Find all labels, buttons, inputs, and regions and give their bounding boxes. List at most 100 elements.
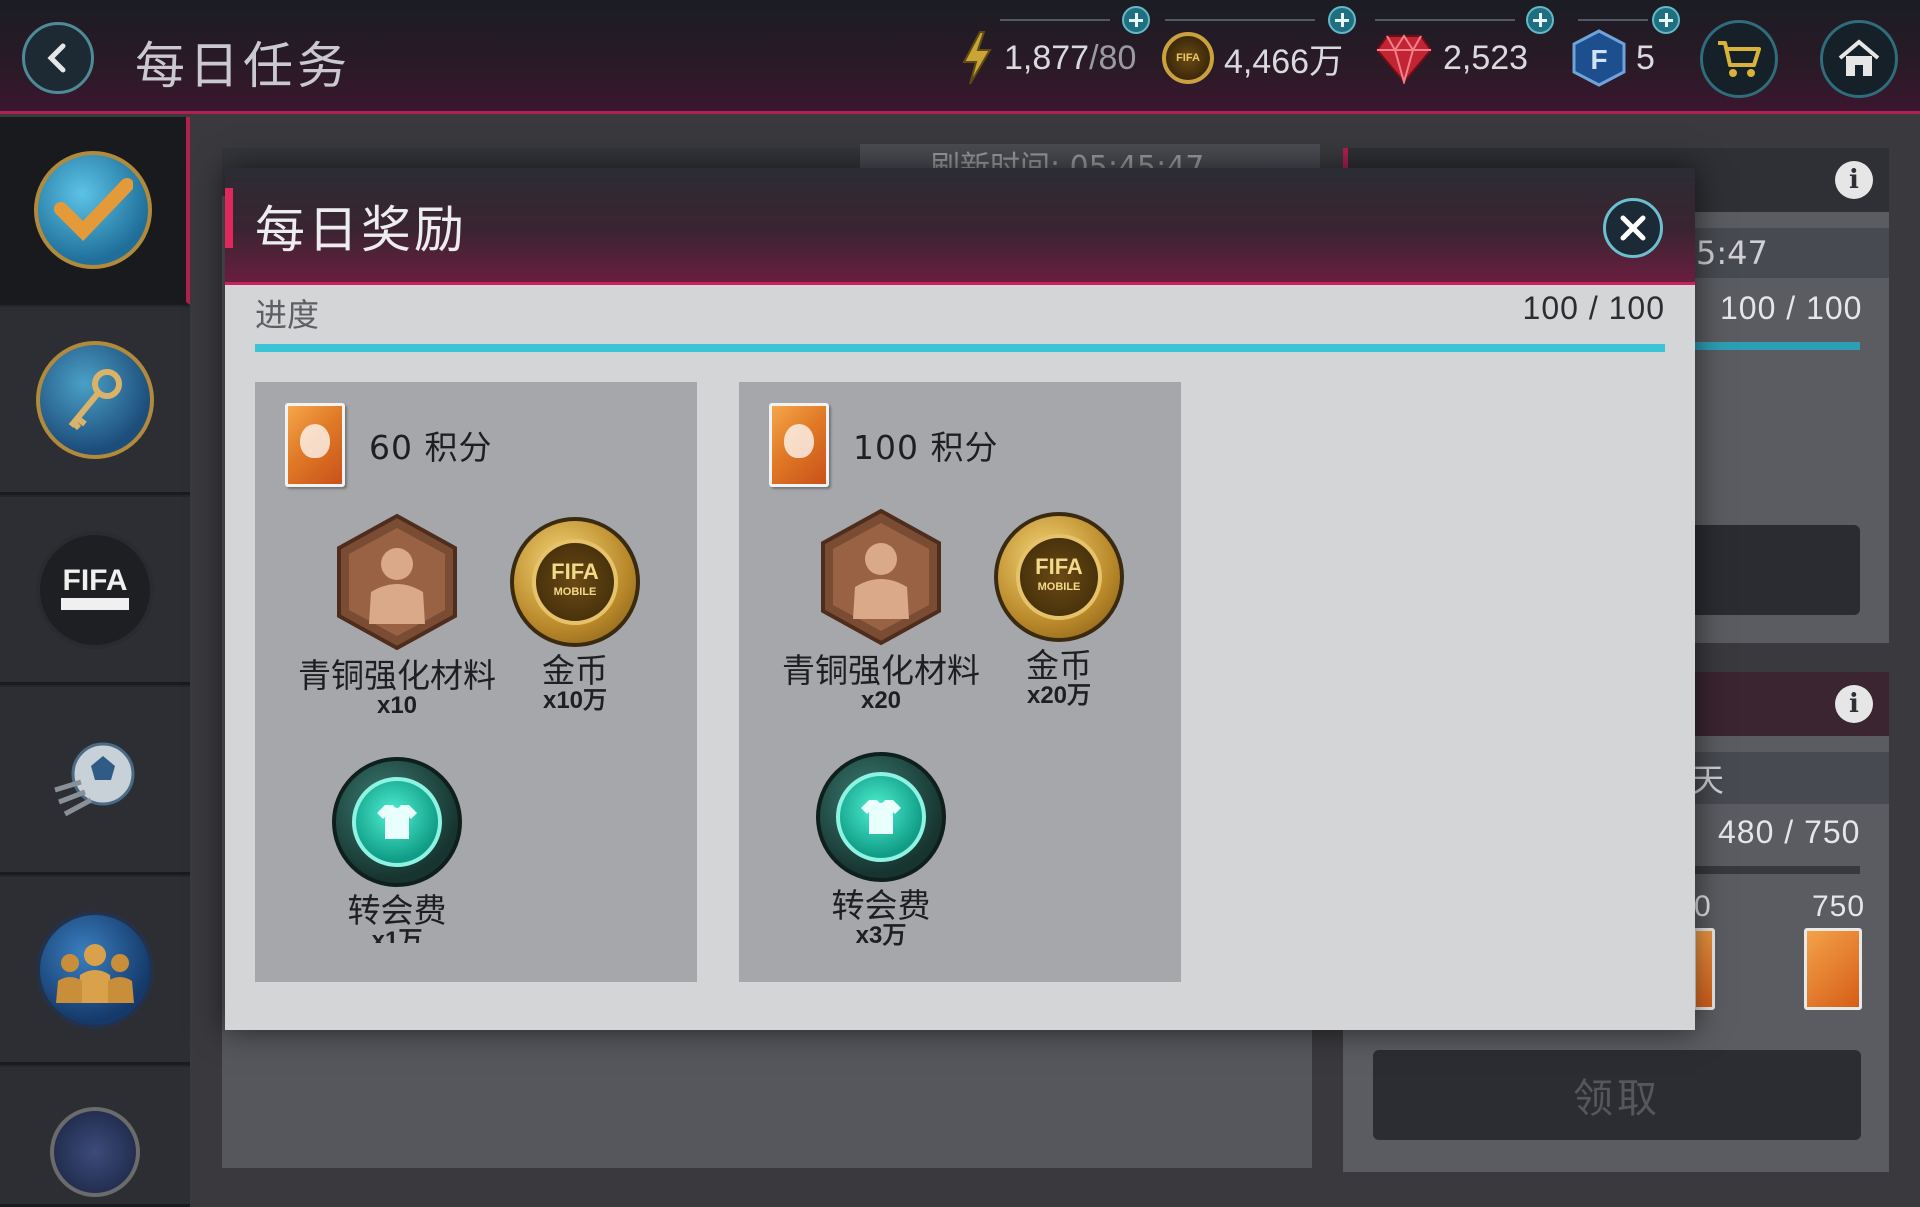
progress-label: 进度 (255, 296, 320, 334)
key-icon (36, 340, 154, 459)
divider (1578, 19, 1648, 21)
daily-progress-text: 100 / 100 (1720, 290, 1863, 326)
rank-badge-icon (50, 1107, 140, 1197)
close-button[interactable] (1603, 198, 1663, 258)
sidebar-item-events[interactable] (0, 687, 190, 875)
divider (1000, 19, 1110, 21)
gem-value: 2,523 (1443, 38, 1529, 77)
add-gems-button[interactable] (1526, 6, 1554, 34)
back-arrow-icon (47, 43, 66, 73)
day-strip: 天 (1680, 752, 1889, 804)
weekly-progress-bar (1690, 866, 1860, 874)
coin-icon: FIFA (1162, 32, 1214, 84)
coin-icon: FIFA MOBILE (994, 512, 1124, 642)
modal-title: 每日奖励 (255, 201, 467, 259)
coin-icon: FIFA MOBILE (510, 517, 640, 647)
home-icon (1838, 39, 1880, 76)
tier-header: 60 积分 (285, 400, 492, 490)
claim-button[interactable]: 领取 (1373, 1050, 1861, 1140)
sidebar-item-daily-tasks[interactable] (0, 117, 190, 305)
reward-tier-card: 100 积分 青铜强化材料 x20 FIFA MOBILE 金币 x20万 转会费… (739, 382, 1181, 982)
item-quantity: x20万 (1026, 682, 1092, 709)
milestone-pack-icon (1804, 928, 1862, 1010)
item-quantity: x10万 (542, 687, 608, 714)
tier-label: 60 积分 (369, 428, 493, 467)
progress-bar (255, 344, 1665, 352)
ball-icon (36, 721, 154, 839)
shop-button[interactable] (1700, 20, 1778, 98)
reward-item: 转会费 x1万 (297, 757, 497, 943)
coin-counter: FIFA 4,466万 (1162, 28, 1343, 88)
item-name: 青铜强化材料 (782, 651, 980, 690)
top-bar: 每日任务 1,877/80 FIFA 4,466万 2,523 F 5 (0, 0, 1920, 114)
item-name: 金币 (1026, 646, 1092, 685)
daily-claim-button[interactable] (1690, 525, 1860, 615)
item-name: 转会费 (347, 891, 447, 930)
cart-icon (1718, 41, 1761, 77)
item-quantity: x10 (376, 692, 418, 719)
item-quantity: x1万 (371, 929, 423, 943)
back-button[interactable] (22, 22, 94, 94)
item-quantity: x3万 (855, 922, 907, 949)
svg-text:F: F (1590, 44, 1607, 75)
milestone-label: 750 (1812, 890, 1866, 923)
svg-text:FIFA: FIFA (63, 564, 128, 597)
divider (1375, 19, 1515, 21)
progress-value: 100 / 100 (1522, 290, 1665, 326)
energy-max: /80 (1089, 38, 1137, 77)
weekly-progress-text: 480 / 750 (1718, 814, 1861, 850)
transfer-fee-icon (332, 757, 462, 887)
player-pack-icon (285, 403, 345, 487)
close-icon (1620, 215, 1646, 241)
item-name: 金币 (542, 651, 608, 690)
divider (1165, 19, 1315, 21)
progress-bar-fill (255, 344, 1665, 352)
page-title: 每日任务 (135, 37, 351, 95)
home-button[interactable] (1820, 20, 1898, 98)
player-pack-icon (769, 403, 829, 487)
item-quantity: x20 (860, 687, 902, 714)
reward-item: FIFA MOBILE 金币 x10万 (475, 517, 675, 713)
add-fifa-points-button[interactable] (1652, 6, 1680, 34)
milestone-partial-label: 0 (1694, 890, 1712, 923)
sidebar-item-fifa-world[interactable]: FIFA (0, 497, 190, 685)
energy-value: 1,877 (1004, 38, 1090, 77)
tier-label: 100 积分 (853, 428, 999, 467)
reward-item: 青铜强化材料 x10 (297, 512, 497, 718)
sidebar-item-rank[interactable] (0, 1067, 190, 1207)
sidebar: FIFA (0, 117, 190, 1207)
fifa-points-icon: F (1572, 29, 1626, 87)
info-icon[interactable]: i (1835, 161, 1873, 199)
info-icon[interactable]: i (1835, 685, 1873, 723)
reward-item: 转会费 x3万 (781, 752, 981, 948)
add-coins-button[interactable] (1328, 6, 1356, 34)
bronze-training-icon (811, 507, 951, 647)
modal-header: 每日奖励 (225, 168, 1695, 285)
gem-counter: 2,523 (1375, 28, 1528, 88)
countdown-strip: 5:47 (1680, 228, 1889, 278)
gem-icon (1375, 34, 1433, 84)
header-accent (225, 188, 233, 248)
daily-progress-bar (1690, 342, 1860, 350)
reward-item: 青铜强化材料 x20 (781, 507, 981, 713)
daily-reward-modal: 每日奖励 进度 100 / 100 60 积分 青铜强化材料 x10 FIFA M… (225, 168, 1695, 1030)
team-icon (36, 910, 154, 1029)
reward-item: FIFA MOBILE 金币 x20万 (959, 512, 1159, 708)
tier-header: 100 积分 (769, 400, 998, 490)
milestone-pack-icon (1693, 928, 1715, 1010)
checkmark-icon (34, 150, 152, 269)
lightning-icon (962, 31, 992, 85)
reward-tier-card: 60 积分 青铜强化材料 x10 FIFA MOBILE 金币 x10万 转会费 … (255, 382, 697, 982)
fifa-points-value: 5 (1636, 38, 1655, 77)
fifa-points-counter: F 5 (1572, 28, 1655, 88)
bronze-training-icon (327, 512, 467, 652)
fifa-world-icon: FIFA (36, 530, 154, 649)
transfer-fee-icon (816, 752, 946, 882)
sidebar-item-key[interactable] (0, 307, 190, 495)
item-name: 转会费 (831, 886, 931, 925)
add-energy-button[interactable] (1122, 6, 1150, 34)
coin-value: 4,466万 (1224, 42, 1344, 81)
energy-counter: 1,877/80 (960, 28, 1136, 88)
item-name: 青铜强化材料 (298, 656, 496, 695)
sidebar-item-team[interactable] (0, 877, 190, 1065)
